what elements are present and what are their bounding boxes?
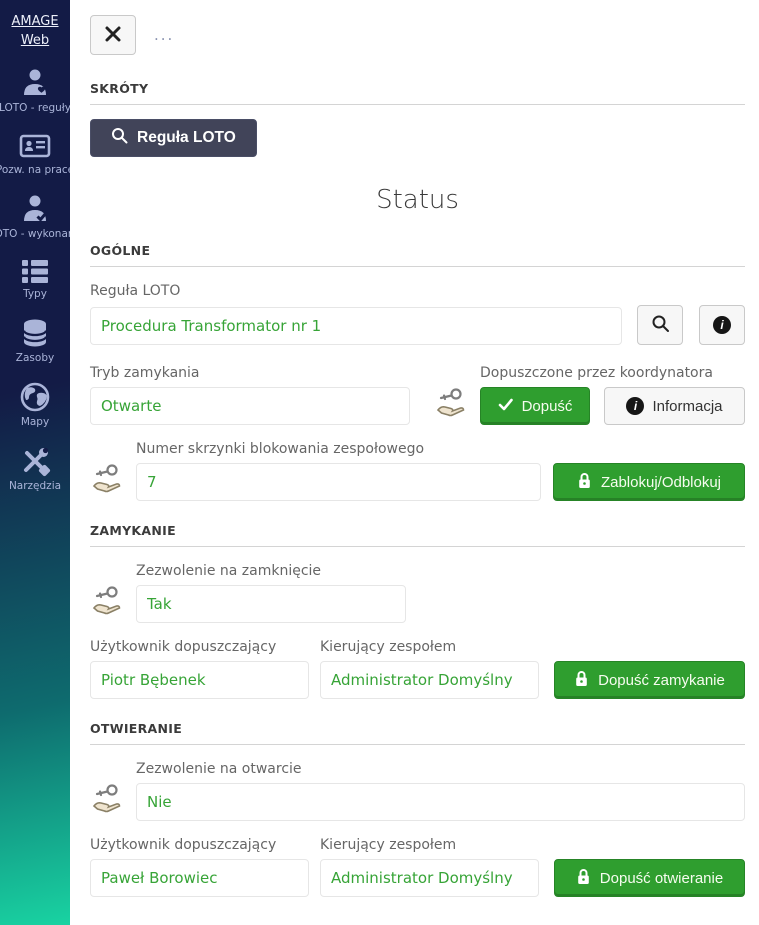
amage-web-logo[interactable]: AMAGE Web <box>11 13 58 51</box>
person-check-icon <box>18 193 52 225</box>
allow-button-label: Dopuść <box>522 398 573 415</box>
opening-user-input[interactable] <box>90 859 309 897</box>
section-header-zamykanie: ZAMYKANIE <box>90 523 745 547</box>
sidebar-item-typy[interactable]: Typy <box>0 257 70 300</box>
search-icon <box>111 127 128 149</box>
rule-search-button[interactable] <box>637 305 683 345</box>
search-icon <box>651 314 670 336</box>
lock-icon <box>576 868 591 889</box>
closing-mode-label: Tryb zamykania <box>90 365 410 381</box>
opening-leader-input[interactable] <box>320 859 539 897</box>
section-header-otwieranie: OTWIERANIE <box>90 721 745 745</box>
lock-unlock-button[interactable]: Zablokuj/Odblokuj <box>553 463 745 501</box>
opening-permission-label: Zezwolenie na otwarcie <box>136 761 745 777</box>
lock-icon <box>577 472 592 493</box>
allow-opening-button-label: Dopuść otwieranie <box>600 870 723 887</box>
info-icon: i <box>626 397 644 415</box>
id-card-icon <box>18 131 52 161</box>
opening-permission-input[interactable] <box>136 783 745 821</box>
list-icon <box>19 257 51 285</box>
more-options[interactable]: ... <box>154 26 174 44</box>
person-heart-icon <box>18 67 52 99</box>
sidebar-item-narzedzia[interactable]: Narzędzia <box>0 445 70 492</box>
database-icon <box>19 317 51 349</box>
allow-closing-button[interactable]: Dopuść zamykanie <box>554 661 745 699</box>
box-number-label: Numer skrzynki blokowania zespołowego <box>136 441 541 457</box>
allow-closing-button-label: Dopuść zamykanie <box>598 672 725 689</box>
hand-key-icon <box>90 782 124 818</box>
allow-opening-button[interactable]: Dopuść otwieranie <box>554 859 745 897</box>
closing-permission-input[interactable] <box>136 585 406 623</box>
tools-icon <box>19 445 51 477</box>
sidebar-item-label: LOTO - wykonane <box>0 228 70 240</box>
sidebar-item-pozw-na-prace[interactable]: Pozw. na pracę <box>0 131 70 176</box>
closing-permission-label: Zezwolenie na zamknięcie <box>136 563 406 579</box>
toolbar: ... <box>90 15 745 55</box>
hand-key-icon <box>434 386 468 422</box>
sidebar-item-label: Typy <box>23 288 47 300</box>
closing-leader-label: Kierujący zespołem <box>320 639 539 655</box>
closing-user-input[interactable] <box>90 661 309 699</box>
shortcut-button-label: Reguła LOTO <box>137 129 236 147</box>
app-window: AMAGE Web LOTO - reguły <box>0 0 759 925</box>
logo-line2: Web <box>11 32 58 51</box>
coordinator-label: Dopuszczone przez koordynatora <box>480 365 745 381</box>
allow-button[interactable]: Dopuść <box>480 387 590 425</box>
lock-icon <box>574 670 589 691</box>
sidebar-item-mapy[interactable]: Mapy <box>0 381 70 428</box>
check-icon <box>498 398 513 415</box>
sidebar-item-loto-wykonane[interactable]: LOTO - wykonane <box>0 193 70 240</box>
sidebar-item-label: Zasoby <box>16 352 54 364</box>
closing-mode-input[interactable] <box>90 387 410 425</box>
closing-user-label: Użytkownik dopuszczający <box>90 639 309 655</box>
information-button[interactable]: i Informacja <box>604 387 745 425</box>
rule-info-button[interactable]: i <box>699 305 745 345</box>
lock-unlock-button-label: Zablokuj/Odblokuj <box>601 474 721 491</box>
info-icon: i <box>713 316 731 334</box>
close-icon <box>104 25 122 46</box>
logo-line1: AMAGE <box>11 13 58 32</box>
globe-icon <box>19 381 51 413</box>
opening-leader-label: Kierujący zespołem <box>320 837 539 853</box>
box-number-input[interactable] <box>136 463 541 501</box>
sidebar-item-label: Mapy <box>21 416 49 428</box>
sidebar-item-label: Pozw. na pracę <box>0 164 70 176</box>
sidebar: AMAGE Web LOTO - reguły <box>0 0 70 925</box>
hand-key-icon <box>90 462 124 498</box>
close-button[interactable] <box>90 15 136 55</box>
main-content: ... SKRÓTY Reguła LOTO Status OGÓLNE Reg… <box>70 0 759 925</box>
closing-leader-input[interactable] <box>320 661 539 699</box>
section-header-skroty: SKRÓTY <box>90 81 745 105</box>
rule-input[interactable] <box>90 307 622 345</box>
opening-user-label: Użytkownik dopuszczający <box>90 837 309 853</box>
rule-label: Reguła LOTO <box>90 283 745 299</box>
page-title: Status <box>90 185 745 215</box>
sidebar-item-label: Narzędzia <box>9 480 61 492</box>
section-header-ogolne: OGÓLNE <box>90 243 745 267</box>
sidebar-item-loto-reguly[interactable]: LOTO - reguły <box>0 67 70 114</box>
hand-key-icon <box>90 584 124 620</box>
sidebar-item-label: LOTO - reguły <box>0 102 70 114</box>
information-button-label: Informacja <box>652 398 722 415</box>
sidebar-item-zasoby[interactable]: Zasoby <box>0 317 70 364</box>
regula-loto-shortcut-button[interactable]: Reguła LOTO <box>90 119 257 157</box>
